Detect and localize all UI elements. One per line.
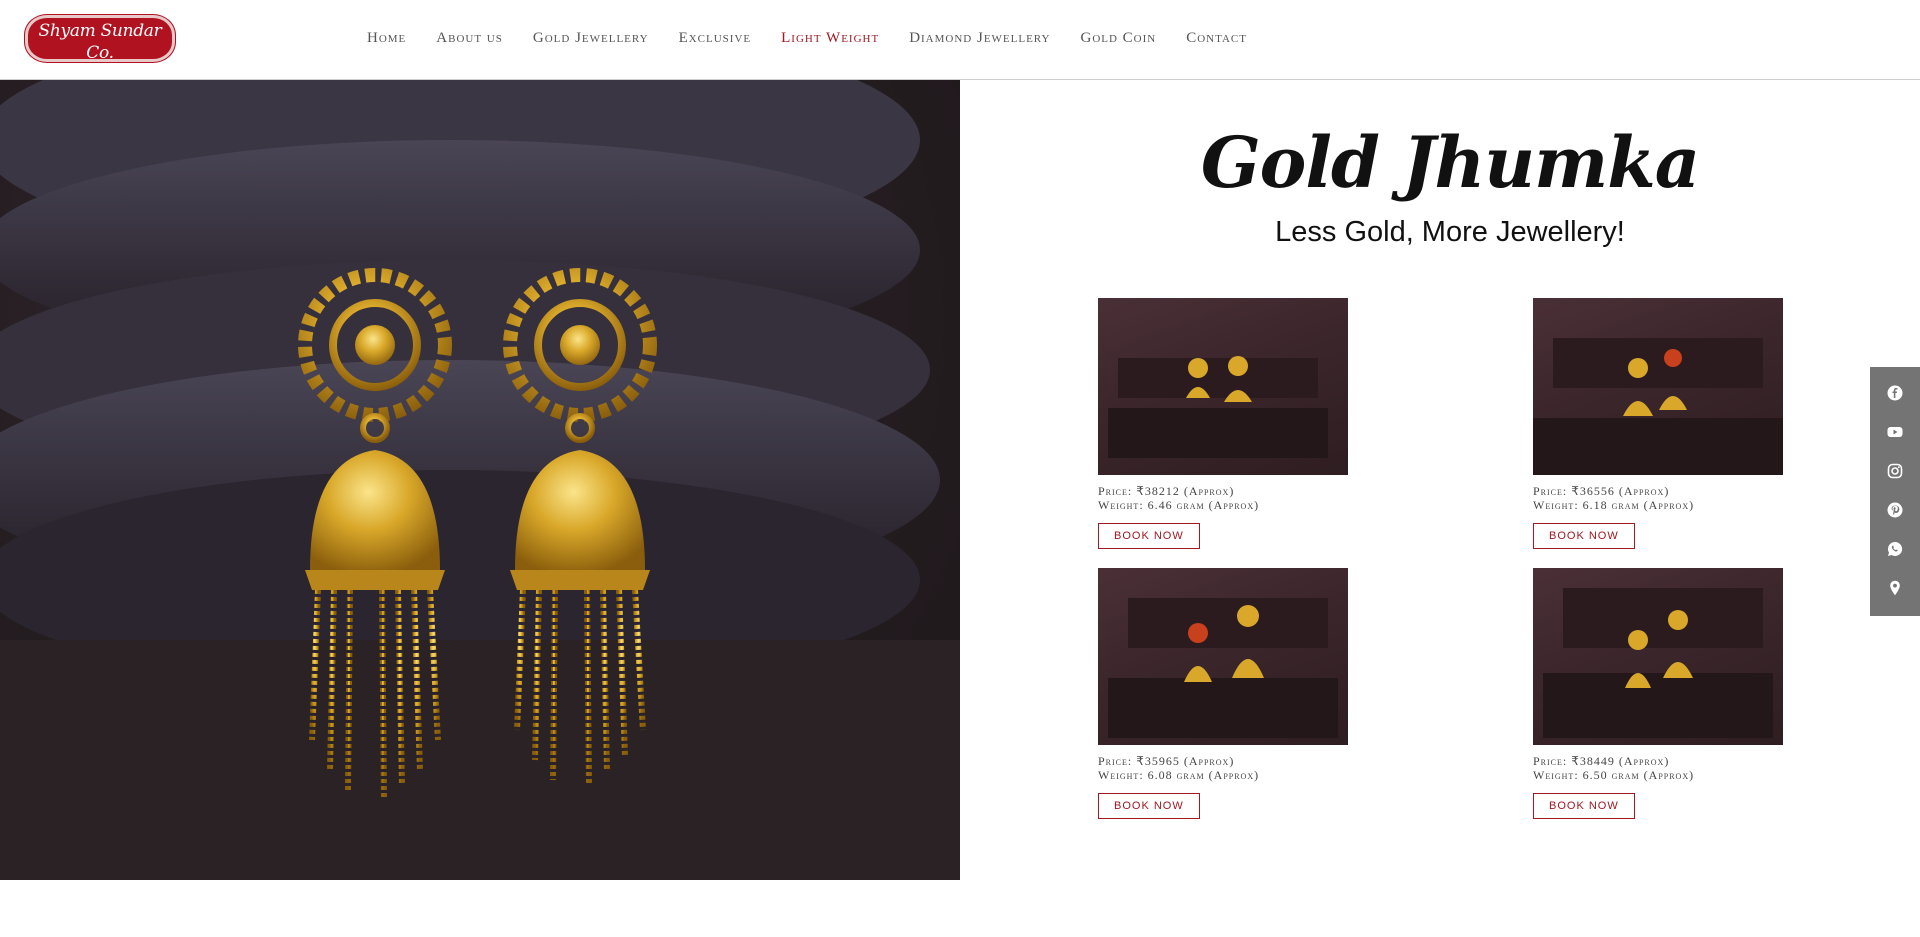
social-sidebar	[1870, 367, 1920, 616]
site-header: Shyam Sundar Co. Jewellers Home About us…	[0, 0, 1920, 80]
product-weight: Weight: 6.18 gram (Approx)	[1533, 498, 1695, 512]
product-image[interactable]	[1533, 298, 1783, 475]
product-card: Price: ₹38212 (Approx) Weight: 6.46 gram…	[1098, 298, 1348, 549]
page-title: Gold Jhumka	[1200, 121, 1700, 204]
nav-about-us[interactable]: About us	[436, 30, 503, 52]
nav-gold-jewellery[interactable]: Gold Jewellery	[533, 30, 649, 52]
nav-light-weight[interactable]: Light Weight	[781, 30, 879, 52]
product-card: Price: ₹36556 (Approx) Weight: 6.18 gram…	[1533, 298, 1783, 549]
product-card: Price: ₹38449 (Approx) Weight: 6.50 gram…	[1533, 568, 1783, 819]
nav-gold-coin[interactable]: Gold Coin	[1080, 30, 1156, 52]
product-price: Price: ₹35965 (Approx)	[1098, 754, 1235, 768]
youtube-icon[interactable]	[1887, 424, 1903, 440]
nav-home[interactable]: Home	[367, 30, 406, 52]
facebook-icon[interactable]	[1887, 385, 1903, 401]
product-price: Price: ₹38212 (Approx)	[1098, 484, 1235, 498]
product-image[interactable]	[1098, 568, 1348, 745]
book-now-button[interactable]: BOOK NOW	[1098, 793, 1200, 819]
product-image[interactable]	[1098, 298, 1348, 475]
product-weight: Weight: 6.50 gram (Approx)	[1533, 768, 1695, 782]
brand-name: Shyam Sundar Co.	[38, 21, 162, 63]
nav-exclusive[interactable]: Exclusive	[679, 30, 752, 52]
page-subtitle: Less Gold, More Jewellery!	[1275, 216, 1625, 248]
product-weight: Weight: 6.08 gram (Approx)	[1098, 768, 1260, 782]
instagram-icon[interactable]	[1887, 463, 1903, 479]
nav-contact[interactable]: Contact	[1186, 30, 1247, 52]
brand-sub: Jewellers	[77, 64, 123, 76]
book-now-button[interactable]: BOOK NOW	[1098, 523, 1200, 549]
product-weight: Weight: 6.46 gram (Approx)	[1098, 498, 1260, 512]
brand-logo[interactable]: Shyam Sundar Co. Jewellers	[25, 15, 175, 76]
main-nav: Home About us Gold Jewellery Exclusive L…	[367, 30, 1277, 52]
location-icon[interactable]	[1887, 580, 1903, 596]
pinterest-icon[interactable]	[1887, 502, 1903, 518]
book-now-button[interactable]: BOOK NOW	[1533, 793, 1635, 819]
whatsapp-icon[interactable]	[1887, 541, 1903, 557]
product-card: Price: ₹35965 (Approx) Weight: 6.08 gram…	[1098, 568, 1348, 819]
product-price: Price: ₹38449 (Approx)	[1533, 754, 1670, 768]
book-now-button[interactable]: BOOK NOW	[1533, 523, 1635, 549]
nav-diamond-jewellery[interactable]: Diamond Jewellery	[909, 30, 1050, 52]
product-price: Price: ₹36556 (Approx)	[1533, 484, 1670, 498]
hero-image	[0, 80, 960, 880]
product-image[interactable]	[1533, 568, 1783, 745]
